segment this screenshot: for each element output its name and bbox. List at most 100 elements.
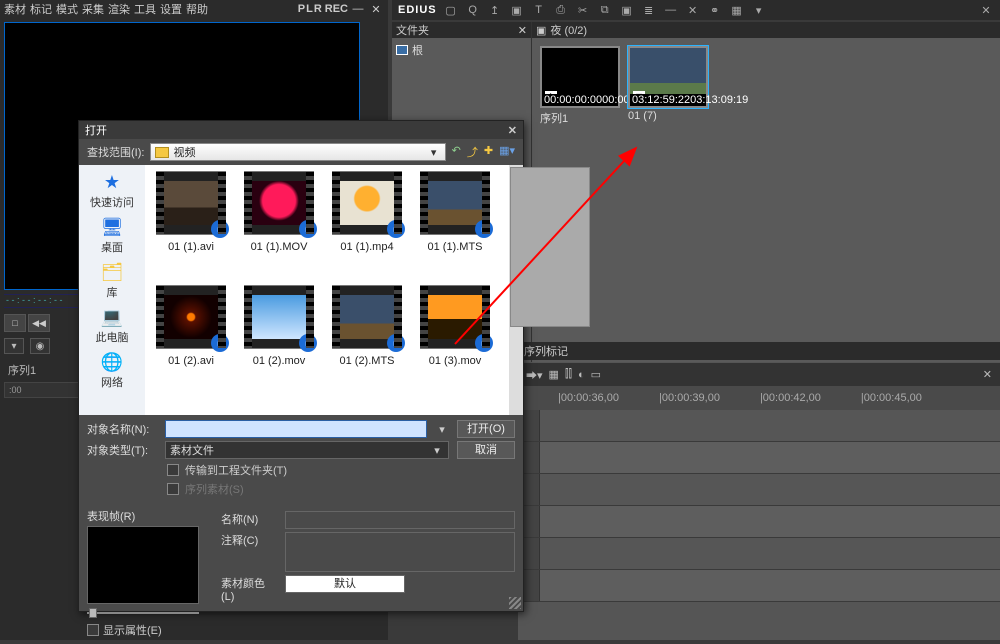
new-icon[interactable]: ▣ [509, 4, 525, 17]
back-icon[interactable]: ↶ [452, 144, 461, 160]
grid-icon[interactable]: ▦ [549, 368, 559, 381]
play-badge-icon: ▸ [299, 220, 317, 238]
panel-close-icon[interactable]: ✕ [978, 4, 994, 17]
place-label: 快速访问 [90, 194, 134, 210]
place-thispc[interactable]: 💻此电脑 [96, 306, 129, 345]
play-badge-icon: ▸ [211, 334, 229, 352]
menu-item[interactable]: 模式 [56, 1, 78, 17]
track-row[interactable] [518, 538, 1000, 570]
minus-icon[interactable]: — [663, 4, 679, 16]
track-row[interactable] [518, 474, 1000, 506]
show-attr-checkbox-row[interactable]: 显示属性(E) [87, 622, 211, 638]
name-input[interactable] [285, 511, 515, 529]
stop-button[interactable]: □ [4, 314, 26, 332]
tc-in: 03:12:59:22 [632, 94, 690, 106]
file-thumb: ▸ [156, 171, 226, 235]
scroll-thumb[interactable] [510, 167, 590, 327]
cut-icon[interactable]: ✂ [575, 4, 591, 17]
track-row[interactable] [518, 506, 1000, 538]
checkbox[interactable] [167, 464, 179, 476]
place-network[interactable]: 🌐网络 [98, 351, 126, 390]
note-input[interactable] [285, 532, 515, 572]
chevron-down-icon: ▾ [427, 146, 441, 159]
name-field-label: 名称(N) [221, 511, 277, 527]
place-quickaccess[interactable]: ★快速访问 [90, 171, 134, 210]
panel-close-icon[interactable]: ✕ [983, 368, 992, 381]
pane-close-icon[interactable]: ✕ [518, 24, 527, 37]
rew-button[interactable]: ◀◀ [28, 314, 50, 332]
menu-item[interactable]: 素材 [4, 1, 26, 17]
place-desktop[interactable]: 🖥桌面 [98, 216, 126, 255]
sync-icon[interactable]: ◐ [578, 369, 585, 381]
preview-slider[interactable] [87, 608, 199, 618]
cancel-button[interactable]: 取消 [457, 441, 515, 459]
scrollbar[interactable] [509, 165, 523, 415]
place-library[interactable]: 🗂库 [98, 261, 126, 300]
bin-pane: ▣夜 (0/2) 主 00:00:00:0000:00:00:01 序列1 日 … [532, 22, 1000, 362]
mixer-icon[interactable]: ⫿⫿ [565, 368, 572, 381]
folder-root[interactable]: 根 [396, 42, 527, 58]
link-icon[interactable]: ⚭ [707, 4, 723, 17]
bin-thumb[interactable]: 主 00:00:00:0000:00:00:01 序列1 [540, 46, 620, 126]
minimize-icon[interactable]: — [350, 2, 366, 16]
newfolder-icon[interactable]: ✚ [484, 144, 493, 160]
objname-input[interactable] [165, 420, 427, 438]
filter-icon[interactable]: ▾ [4, 338, 24, 354]
up-icon[interactable]: ⤴ [467, 144, 478, 160]
file-item[interactable]: ▸01 (1).MOV [239, 171, 319, 277]
file-thumb: ▸ [244, 171, 314, 235]
menu-item[interactable]: 帮助 [186, 1, 208, 17]
camera-icon[interactable]: ◉ [30, 338, 50, 354]
menu-item[interactable]: 采集 [82, 1, 104, 17]
open-button[interactable]: 打开(O) [457, 420, 515, 438]
up-icon[interactable]: ↥ [487, 4, 503, 17]
file-item[interactable]: ▸01 (1).mp4 [327, 171, 407, 277]
save-icon[interactable]: ⎙ [553, 4, 569, 17]
color-combo[interactable]: 默认 [285, 575, 405, 593]
file-list[interactable]: ▸01 (1).avi▸01 (1).MOV▸01 (1).mp4▸01 (1)… [145, 165, 523, 415]
rec-label: REC [325, 3, 348, 15]
objtype-combo[interactable]: 素材文件 ▾ [165, 441, 449, 459]
menu-item[interactable]: 设置 [160, 1, 182, 17]
menu-item[interactable]: 工具 [134, 1, 156, 17]
delete-icon[interactable]: ✕ [685, 4, 701, 17]
slider-knob[interactable] [89, 608, 97, 618]
paste-icon[interactable]: ▣ [619, 4, 635, 17]
snap-icon[interactable]: ▭ [591, 368, 601, 381]
transfer-checkbox-row[interactable]: 传输到工程文件夹(T) [167, 462, 515, 478]
stack-icon[interactable]: ≣ [641, 4, 657, 17]
resize-grip-icon[interactable] [509, 597, 521, 609]
timeline-ruler[interactable]: |00:00:36,00 |00:00:39,00 |00:00:42,00 |… [518, 386, 1000, 410]
file-item[interactable]: ▸01 (1).MTS [415, 171, 495, 277]
view-icon[interactable]: ⮕▾ [526, 367, 543, 383]
play-badge-icon: ▸ [387, 334, 405, 352]
tc-out: 03:13:09:19 [690, 94, 748, 106]
lookin-combo[interactable]: 视频 ▾ [150, 143, 445, 161]
menu-item[interactable]: 渲染 [108, 1, 130, 17]
file-item[interactable]: ▸01 (3).mov [415, 285, 495, 391]
search-icon[interactable]: Q [465, 4, 481, 16]
dropdown-icon[interactable]: ▾ [751, 4, 767, 17]
track-row[interactable] [518, 570, 1000, 602]
folder-icon[interactable]: ▢ [443, 4, 459, 17]
text-icon[interactable]: T [531, 4, 547, 16]
dialog-close-icon[interactable]: ✕ [508, 124, 517, 137]
sequence-marker-bar[interactable]: 序列标记 [518, 342, 1000, 360]
file-item[interactable]: ▸01 (2).avi [151, 285, 231, 391]
checkbox[interactable] [87, 624, 99, 636]
timeline: |00:00:36,00 |00:00:39,00 |00:00:42,00 |… [518, 386, 1000, 640]
bin-thumb[interactable]: 日 03:12:59:2203:13:09:19 01 (7) [628, 46, 708, 126]
view-icon[interactable]: ▦▾ [499, 144, 515, 160]
menu-item[interactable]: 标记 [30, 1, 52, 17]
file-item[interactable]: ▸01 (2).mov [239, 285, 319, 391]
track-row[interactable] [518, 442, 1000, 474]
file-item[interactable]: ▸01 (2).MTS [327, 285, 407, 391]
chevron-down-icon[interactable]: ▾ [435, 423, 449, 436]
close-icon[interactable]: ✕ [368, 2, 384, 16]
file-item[interactable]: ▸01 (1).avi [151, 171, 231, 277]
track-row[interactable] [518, 410, 1000, 442]
ruler-tick: |00:00:36,00 [558, 392, 619, 404]
copy-icon[interactable]: ⧉ [597, 4, 613, 17]
grid-icon[interactable]: ▦ [729, 4, 745, 17]
file-name: 01 (1).mp4 [340, 241, 393, 253]
